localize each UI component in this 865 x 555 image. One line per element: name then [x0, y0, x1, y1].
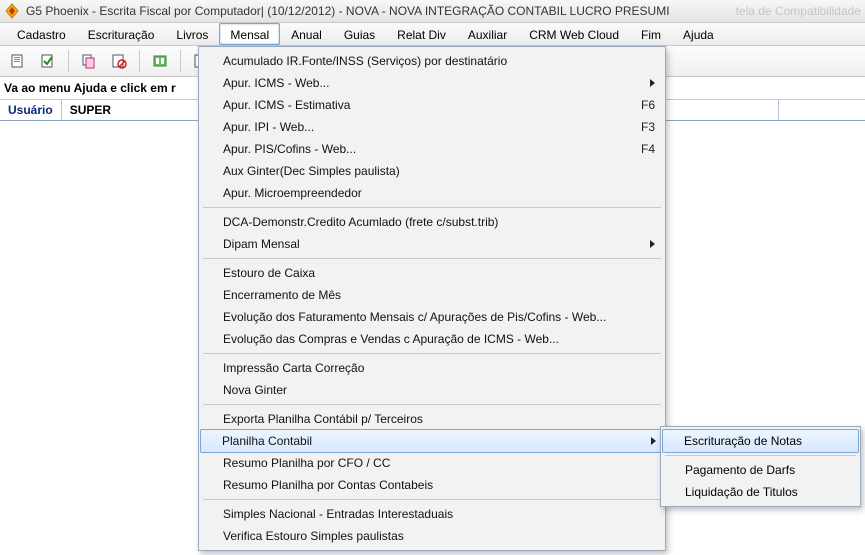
menuitem-apur-icms-estimativa[interactable]: Apur. ICMS - Estimativa F6 — [201, 94, 663, 116]
mensal-dropdown: Acumulado IR.Fonte/INSS (Serviços) por d… — [198, 46, 666, 551]
menuitem-verifica-estouro-simples-paulistas[interactable]: Verifica Estouro Simples paulistas — [201, 525, 663, 547]
menuitem-shortcut: F6 — [621, 98, 655, 112]
menuitem-dca-demonstr-credito-acumlado-frete-c-subst-trib[interactable]: DCA-Demonstr.Credito Acumlado (frete c/s… — [201, 211, 663, 233]
menuitem-label: Planilha Contabil — [222, 434, 312, 448]
planilha-contabil-submenu: Escrituração de Notas Pagamento de Darfs L… — [660, 426, 861, 507]
menuitem-apur-ipi-web[interactable]: Apur. IPI - Web... F3 — [201, 116, 663, 138]
menuitem-label: Apur. ICMS - Web... — [223, 76, 329, 90]
menuitem-label: Evolução dos Faturamento Mensais c/ Apur… — [223, 310, 606, 324]
menubar: CadastroEscrituraçãoLivrosMensalAnualGui… — [0, 23, 865, 46]
menuitem-resumo-planilha-por-cfo-cc[interactable]: Resumo Planilha por CFO / CC — [201, 452, 663, 474]
menu-auxiliar[interactable]: Auxiliar — [457, 23, 518, 45]
menuitem-label: Impressão Carta Correção — [223, 361, 364, 375]
menu-separator — [203, 404, 661, 405]
toolbar-separator — [180, 50, 181, 72]
submenuitem-escritura-o-de-notas[interactable]: Escrituração de Notas — [662, 429, 859, 453]
menuitem-label: Apur. PIS/Cofins - Web... — [223, 142, 356, 156]
menuitem-aux-ginter-dec-simples-paulista[interactable]: Aux Ginter(Dec Simples paulista) — [201, 160, 663, 182]
status-user-label: Usuário — [0, 100, 62, 120]
toolbar-icon-1[interactable] — [6, 49, 30, 73]
menuitem-label: Apur. Microempreendedor — [223, 186, 362, 200]
menu-separator — [203, 353, 661, 354]
menuitem-label: Apur. IPI - Web... — [223, 120, 314, 134]
submenu-arrow-icon — [650, 240, 655, 248]
menu-anual[interactable]: Anual — [280, 23, 333, 45]
toolbar-separator — [139, 50, 140, 72]
toolbar-icon-5[interactable] — [148, 49, 172, 73]
menuitem-label: DCA-Demonstr.Credito Acumlado (frete c/s… — [223, 215, 498, 229]
titlebar: G5 Phoenix - Escrita Fiscal por Computad… — [0, 0, 865, 23]
titlebar-faded: tela de Compatibilidade — [736, 4, 861, 18]
submenu-arrow-icon — [650, 79, 655, 87]
menuitem-apur-pis-cofins-web[interactable]: Apur. PIS/Cofins - Web... F4 — [201, 138, 663, 160]
menuitem-label: Acumulado IR.Fonte/INSS (Serviços) por d… — [223, 54, 507, 68]
menuitem-label: Dipam Mensal — [223, 237, 300, 251]
menu-mensal[interactable]: Mensal — [219, 23, 280, 45]
menuitem-acumulado-ir-fonte-inss-servi-os-por-destinat-rio[interactable]: Acumulado IR.Fonte/INSS (Serviços) por d… — [201, 50, 663, 72]
hint-text: Va ao menu Ajuda e click em r — [4, 81, 176, 95]
menuitem-label: Evolução das Compras e Vendas c Apuração… — [223, 332, 559, 346]
menuitem-resumo-planilha-por-contas-contabeis[interactable]: Resumo Planilha por Contas Contabeis — [201, 474, 663, 496]
menuitem-evolu-o-dos-faturamento-mensais-c-apura-es-de-pis-cofins-web[interactable]: Evolução dos Faturamento Mensais c/ Apur… — [201, 306, 663, 328]
menuitem-label: Encerramento de Mês — [223, 288, 341, 302]
menuitem-planilha-contabil[interactable]: Planilha Contabil — [200, 429, 664, 453]
toolbar-icon-2[interactable] — [36, 49, 60, 73]
menu-livros[interactable]: Livros — [165, 23, 219, 45]
submenuitem-liquida-o-de-titulos[interactable]: Liquidação de Titulos — [663, 481, 858, 503]
menuitem-label: Resumo Planilha por CFO / CC — [223, 456, 390, 470]
menu-escrituração[interactable]: Escrituração — [77, 23, 166, 45]
menu-cadastro[interactable]: Cadastro — [6, 23, 77, 45]
submenu-arrow-icon — [651, 437, 656, 445]
menuitem-label: Nova Ginter — [223, 383, 287, 397]
submenu-separator — [665, 455, 856, 456]
menuitem-encerramento-de-m-s[interactable]: Encerramento de Mês — [201, 284, 663, 306]
menuitem-shortcut: F3 — [621, 120, 655, 134]
menuitem-label: Apur. ICMS - Estimativa — [223, 98, 350, 112]
menuitem-label: Aux Ginter(Dec Simples paulista) — [223, 164, 400, 178]
menu-separator — [203, 499, 661, 500]
menuitem-estouro-de-caixa[interactable]: Estouro de Caixa — [201, 262, 663, 284]
menuitem-apur-microempreendedor[interactable]: Apur. Microempreendedor — [201, 182, 663, 204]
app-icon — [4, 3, 20, 19]
menu-crm-web-cloud[interactable]: CRM Web Cloud — [518, 23, 630, 45]
menu-ajuda[interactable]: Ajuda — [672, 23, 725, 45]
submenuitem-pagamento-de-darfs[interactable]: Pagamento de Darfs — [663, 459, 858, 481]
menuitem-nova-ginter[interactable]: Nova Ginter — [201, 379, 663, 401]
menuitem-impress-o-carta-corre-o[interactable]: Impressão Carta Correção — [201, 357, 663, 379]
menuitem-dipam-mensal[interactable]: Dipam Mensal — [201, 233, 663, 255]
window-title: G5 Phoenix - Escrita Fiscal por Computad… — [26, 4, 670, 18]
menuitem-label: Estouro de Caixa — [223, 266, 315, 280]
submenuitem-label: Escrituração de Notas — [684, 434, 802, 448]
menu-relat-div[interactable]: Relat Div — [386, 23, 457, 45]
submenuitem-label: Liquidação de Titulos — [685, 485, 798, 499]
menuitem-simples-nacional-entradas-interestaduais[interactable]: Simples Nacional - Entradas Interestadua… — [201, 503, 663, 525]
toolbar-separator — [68, 50, 69, 72]
menu-separator — [203, 258, 661, 259]
submenuitem-label: Pagamento de Darfs — [685, 463, 795, 477]
menu-guias[interactable]: Guias — [333, 23, 386, 45]
menuitem-label: Resumo Planilha por Contas Contabeis — [223, 478, 433, 492]
menu-separator — [203, 207, 661, 208]
menuitem-label: Simples Nacional - Entradas Interestadua… — [223, 507, 453, 521]
menuitem-apur-icms-web[interactable]: Apur. ICMS - Web... — [201, 72, 663, 94]
menuitem-label: Exporta Planilha Contábil p/ Terceiros — [223, 412, 423, 426]
toolbar-icon-3[interactable] — [77, 49, 101, 73]
menuitem-shortcut: F4 — [621, 142, 655, 156]
menuitem-evolu-o-das-compras-e-vendas-c-apura-o-de-icms-web[interactable]: Evolução das Compras e Vendas c Apuração… — [201, 328, 663, 350]
menu-fim[interactable]: Fim — [630, 23, 672, 45]
menuitem-exporta-planilha-cont-bil-p-terceiros[interactable]: Exporta Planilha Contábil p/ Terceiros — [201, 408, 663, 430]
toolbar-icon-4[interactable] — [107, 49, 131, 73]
menuitem-label: Verifica Estouro Simples paulistas — [223, 529, 404, 543]
